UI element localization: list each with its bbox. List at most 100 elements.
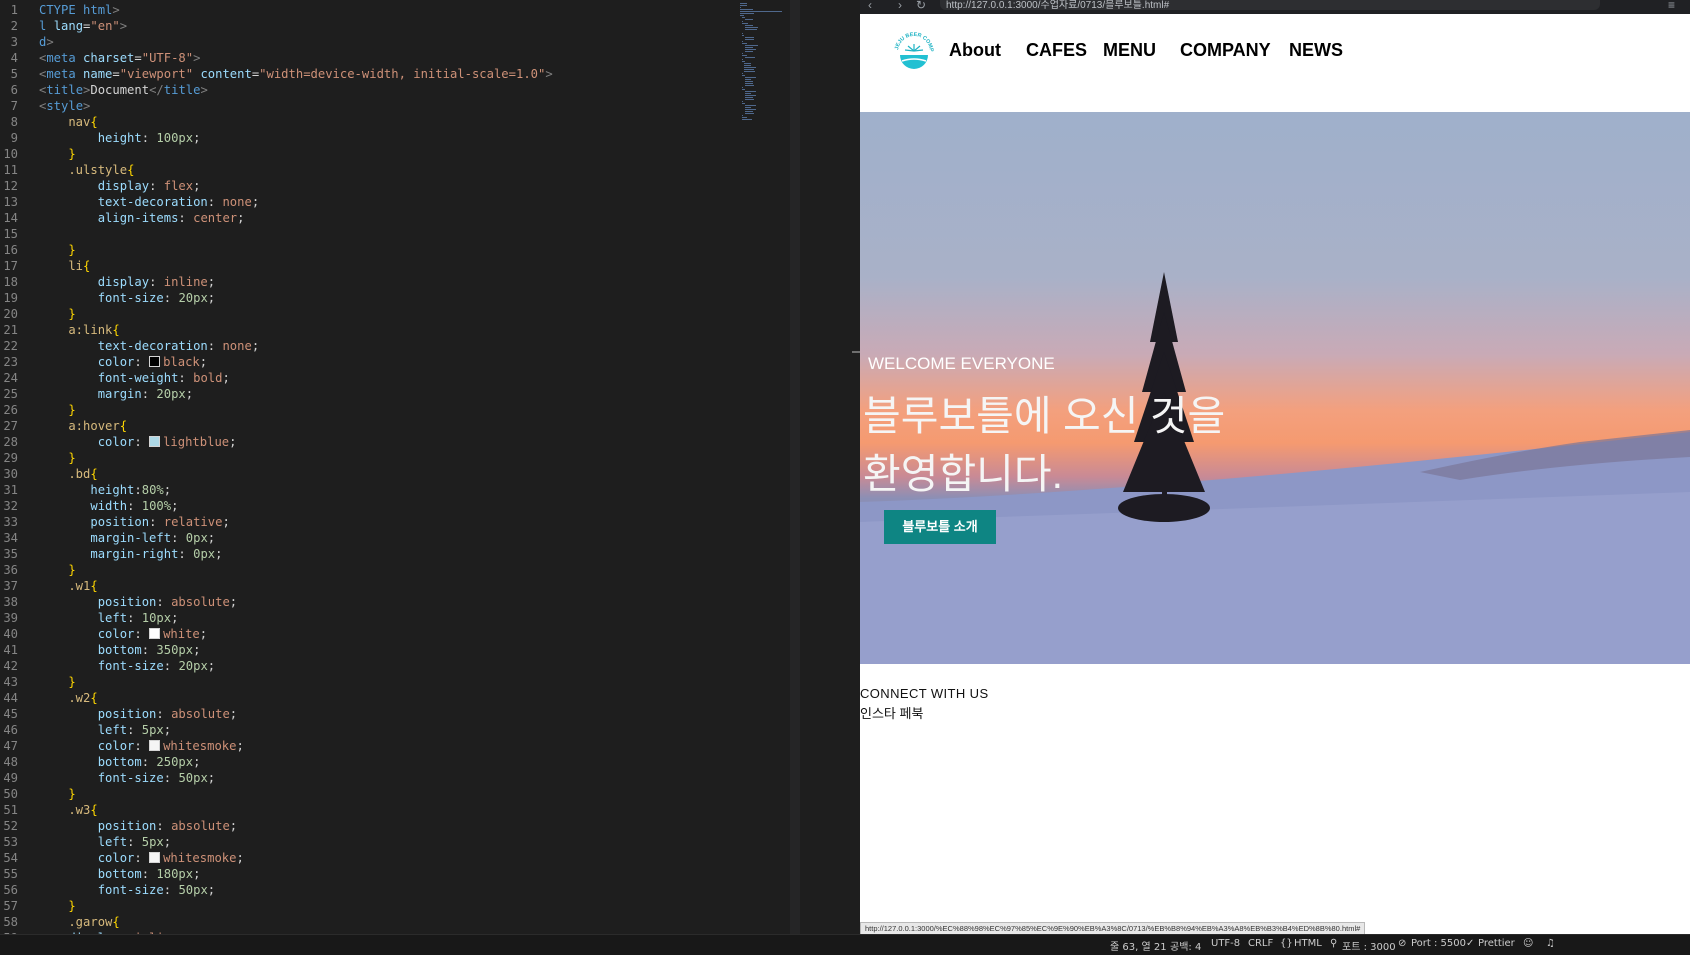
code-line[interactable]: 36 } bbox=[0, 562, 680, 578]
code-line[interactable]: 33 position: relative; bbox=[0, 514, 680, 530]
code-line[interactable]: 5 <meta name="viewport" content="width=de… bbox=[0, 66, 680, 82]
code-line[interactable]: 25 margin: 20px; bbox=[0, 386, 680, 402]
code-line[interactable]: 20 } bbox=[0, 306, 680, 322]
code-editor[interactable]: 1 CTYPE html> 2 l lang="en"> 3 d> 4 <meta chars… bbox=[0, 0, 792, 945]
code-line[interactable]: 39 left: 10px; bbox=[0, 610, 680, 626]
minimap-line bbox=[744, 85, 755, 86]
code-line[interactable]: 37 .w1{ bbox=[0, 578, 680, 594]
code-line[interactable]: 29 } bbox=[0, 450, 680, 466]
code-line[interactable]: 43 } bbox=[0, 674, 680, 690]
code-line[interactable]: 27 a:hover{ bbox=[0, 418, 680, 434]
code-line[interactable]: 14 align-items: center; bbox=[0, 210, 680, 226]
split-handle[interactable] bbox=[852, 351, 860, 353]
address-bar[interactable]: http://127.0.0.1:3000/수업자료/0713/블루보틀.htm… bbox=[940, 0, 1600, 11]
encoding[interactable]: UTF-8 bbox=[1211, 938, 1240, 949]
code-line[interactable]: 48 bottom: 250px; bbox=[0, 754, 680, 770]
language-mode[interactable]: HTML bbox=[1294, 938, 1322, 949]
code-line[interactable]: 52 position: absolute; bbox=[0, 818, 680, 834]
code-line[interactable]: 31 height:80%; bbox=[0, 482, 680, 498]
code-line[interactable]: 9 height: 100px; bbox=[0, 130, 680, 146]
code-line[interactable]: 38 position: absolute; bbox=[0, 594, 680, 610]
code-line[interactable]: 44 .w2{ bbox=[0, 690, 680, 706]
forward-icon[interactable]: › bbox=[898, 0, 902, 12]
color-swatch[interactable] bbox=[149, 740, 161, 751]
minimap-line bbox=[744, 57, 755, 58]
nav-link-about[interactable]: About bbox=[949, 40, 1001, 61]
code-line[interactable]: 42 font-size: 20px; bbox=[0, 658, 680, 674]
nav-link-company[interactable]: COMPANY bbox=[1180, 40, 1271, 61]
code-line[interactable]: 4 <meta charset="UTF-8"> bbox=[0, 50, 680, 66]
minimap-line bbox=[744, 95, 756, 96]
color-swatch[interactable] bbox=[149, 852, 161, 863]
nav-link-news[interactable]: NEWS bbox=[1289, 40, 1343, 61]
intro-button[interactable]: 블루보틀 소개 bbox=[884, 510, 996, 544]
minimap-line bbox=[740, 15, 745, 16]
code-line[interactable]: 58 .garow{ bbox=[0, 914, 680, 930]
minimap-line bbox=[742, 17, 745, 18]
code-line[interactable]: 1 CTYPE html> bbox=[0, 2, 680, 18]
code-line[interactable]: 55 bottom: 180px; bbox=[0, 866, 680, 882]
code-line[interactable]: 17 li{ bbox=[0, 258, 680, 274]
cursor-position[interactable]: 줄 63, 열 21 bbox=[1110, 938, 1167, 953]
code-line[interactable]: 32 width: 100%; bbox=[0, 498, 680, 514]
indent-setting[interactable]: 공백: 4 bbox=[1170, 938, 1201, 953]
code-line[interactable]: 41 bottom: 350px; bbox=[0, 642, 680, 658]
color-swatch[interactable] bbox=[149, 628, 161, 639]
code-line[interactable]: 2 l lang="en"> bbox=[0, 18, 680, 34]
code-line[interactable]: 47 color: whitesmoke; bbox=[0, 738, 680, 754]
code-line[interactable]: 6 <title>Document</title> bbox=[0, 82, 680, 98]
nav-link-menu[interactable]: MENU bbox=[1103, 40, 1156, 61]
color-swatch[interactable] bbox=[149, 356, 161, 367]
code-line[interactable]: 10 } bbox=[0, 146, 680, 162]
live-server-port[interactable]: Port : 5500 bbox=[1411, 938, 1466, 949]
code-line[interactable]: 50 } bbox=[0, 786, 680, 802]
color-swatch[interactable] bbox=[149, 436, 161, 447]
code-line[interactable]: 45 position: absolute; bbox=[0, 706, 680, 722]
line-ending[interactable]: CRLF bbox=[1248, 938, 1273, 949]
code-line[interactable]: 54 color: whitesmoke; bbox=[0, 850, 680, 866]
code-line[interactable]: 49 font-size: 50px; bbox=[0, 770, 680, 786]
editor-scrollbar[interactable] bbox=[790, 0, 800, 934]
social-links[interactable]: 인스타 페북 bbox=[860, 703, 989, 722]
code-line[interactable]: 19 font-size: 20px; bbox=[0, 290, 680, 306]
code-line[interactable]: 18 display: inline; bbox=[0, 274, 680, 290]
code-line[interactable]: 51 .w3{ bbox=[0, 802, 680, 818]
code-line[interactable]: 56 font-size: 50px; bbox=[0, 882, 680, 898]
code-line[interactable]: 53 left: 5px; bbox=[0, 834, 680, 850]
code-line[interactable]: 8 nav{ bbox=[0, 114, 680, 130]
code-line[interactable]: 35 margin-right: 0px; bbox=[0, 546, 680, 562]
code-text: } bbox=[39, 403, 76, 417]
code-text: position: absolute; bbox=[39, 819, 238, 833]
nav-link-cafes[interactable]: CAFES bbox=[1026, 40, 1087, 61]
server-port[interactable]: 포트 : 3000 bbox=[1342, 938, 1396, 953]
code-line[interactable]: 23 color: black; bbox=[0, 354, 680, 370]
code-lines[interactable]: 1 CTYPE html> 2 l lang="en"> 3 d> 4 <meta chars… bbox=[0, 2, 680, 946]
code-line[interactable]: 16 } bbox=[0, 242, 680, 258]
brand-logo[interactable]: JEJU BEER COMPANY bbox=[892, 28, 936, 72]
code-line[interactable]: 11 .ulstyle{ bbox=[0, 162, 680, 178]
code-line[interactable]: 26 } bbox=[0, 402, 680, 418]
code-line[interactable]: 7 <style> bbox=[0, 98, 680, 114]
reload-icon[interactable]: ↻ bbox=[916, 0, 926, 12]
code-line[interactable]: 22 text-decoration: none; bbox=[0, 338, 680, 354]
code-line[interactable]: 15 bbox=[0, 226, 680, 242]
line-number: 25 bbox=[3, 387, 18, 401]
prettier-status[interactable]: Prettier bbox=[1478, 938, 1515, 949]
back-icon[interactable]: ‹ bbox=[868, 0, 872, 12]
code-line[interactable]: 30 .bd{ bbox=[0, 466, 680, 482]
code-line[interactable]: 12 display: flex; bbox=[0, 178, 680, 194]
code-line[interactable]: 57 } bbox=[0, 898, 680, 914]
code-line[interactable]: 21 a:link{ bbox=[0, 322, 680, 338]
code-line[interactable]: 46 left: 5px; bbox=[0, 722, 680, 738]
code-line[interactable]: 3 d> bbox=[0, 34, 680, 50]
minimap[interactable] bbox=[740, 0, 792, 230]
feedback-icon[interactable]: ☺ bbox=[1523, 938, 1533, 949]
code-line[interactable]: 34 margin-left: 0px; bbox=[0, 530, 680, 546]
minimap-line bbox=[740, 7, 742, 8]
code-line[interactable]: 40 color: white; bbox=[0, 626, 680, 642]
code-line[interactable]: 28 color: lightblue; bbox=[0, 434, 680, 450]
menu-icon[interactable]: ≡ bbox=[1668, 0, 1675, 12]
code-line[interactable]: 13 text-decoration: none; bbox=[0, 194, 680, 210]
code-line[interactable]: 24 font-weight: bold; bbox=[0, 370, 680, 386]
notification-bell-icon[interactable]: ♫ bbox=[1546, 938, 1555, 949]
